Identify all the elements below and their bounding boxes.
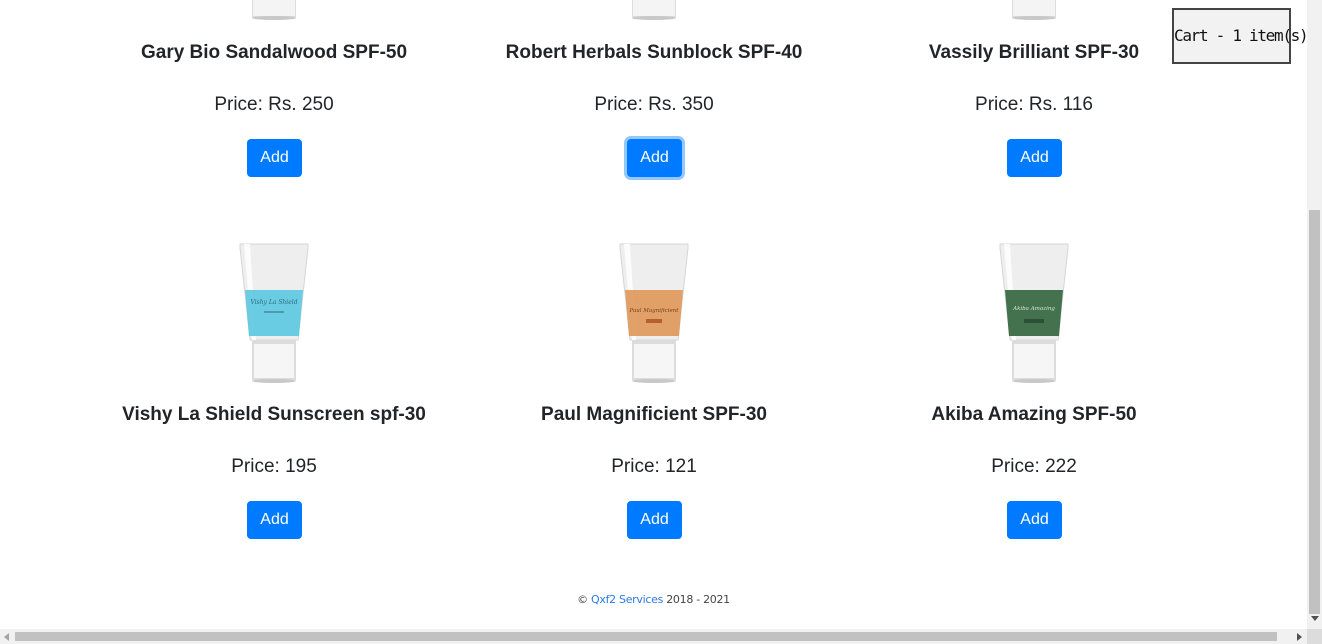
product-image — [632, 0, 676, 20]
add-button[interactable]: Add — [1007, 139, 1062, 177]
vertical-scrollbar[interactable] — [1307, 0, 1322, 629]
product-price: Price: Rs. 116 — [975, 94, 1093, 115]
scrollbar-corner — [1307, 629, 1322, 644]
svg-text:Vishy La Shield: Vishy La Shield — [250, 299, 297, 306]
svg-text:Akiba Amazing: Akiba Amazing — [1012, 306, 1055, 312]
copyright-symbol: © — [577, 593, 588, 606]
horizontal-scroll-thumb[interactable] — [15, 632, 1277, 641]
product-name: Akiba Amazing SPF-50 — [931, 404, 1137, 425]
svg-text:Paul Magnificient: Paul Magnificient — [628, 308, 679, 314]
scroll-right-arrow-icon[interactable] — [1297, 633, 1302, 641]
cart-button[interactable]: Cart - 1 item(s) — [1172, 8, 1307, 64]
product-card-6: Akiba Amazing Akiba Amazing SPF-50 Price… — [844, 240, 1224, 540]
page: Gary Bio Sandalwood SPF-50 Price: Rs. 25… — [0, 0, 1322, 644]
product-image — [1012, 0, 1056, 20]
company-link[interactable]: Qxf2 Services — [591, 593, 663, 606]
add-button[interactable]: Add — [1007, 501, 1062, 539]
product-name: Vishy La Shield Sunscreen spf-30 — [122, 404, 426, 425]
product-name: Vassily Brilliant SPF-30 — [928, 42, 1140, 63]
footer: © Qxf2 Services 2018 - 2021 — [0, 593, 1307, 606]
product-price: Price: Rs. 350 — [594, 94, 714, 115]
product-card-4: Vishy La Shield Vishy La Shield Sunscree… — [84, 240, 464, 540]
add-button[interactable]: Add — [627, 501, 682, 539]
product-name: Gary Bio Sandalwood SPF-50 — [140, 42, 408, 63]
product-card-2: Robert Herbals Sunblock SPF-40 Price: Rs… — [464, 0, 844, 200]
product-image — [252, 0, 296, 20]
product-card-5: Paul Magnificient Paul Magnificient SPF-… — [464, 240, 844, 540]
product-card-1: Gary Bio Sandalwood SPF-50 Price: Rs. 25… — [84, 0, 464, 200]
product-name: Paul Magnificient SPF-30 — [541, 404, 767, 425]
sunscreen-tube-image: Akiba Amazing — [999, 243, 1069, 383]
copyright-years: 2018 - 2021 — [666, 593, 730, 606]
scroll-down-arrow-icon[interactable] — [1311, 616, 1319, 621]
scroll-left-arrow-icon[interactable] — [4, 633, 9, 641]
product-price: Price: Rs. 250 — [214, 94, 334, 115]
add-button[interactable]: Add — [247, 139, 302, 177]
sunscreen-tube-image: Vishy La Shield — [239, 243, 309, 383]
sunscreen-tube-image: Paul Magnificient — [619, 243, 689, 383]
product-grid: Gary Bio Sandalwood SPF-50 Price: Rs. 25… — [0, 0, 1307, 629]
product-card-3: Vassily Brilliant SPF-30 Price: Rs. 116 … — [844, 0, 1224, 200]
product-price: Price: 195 — [231, 456, 317, 477]
vertical-scroll-thumb[interactable] — [1309, 210, 1320, 614]
product-price: Price: 121 — [611, 456, 697, 477]
product-name: Robert Herbals Sunblock SPF-40 — [505, 42, 803, 63]
horizontal-scrollbar[interactable] — [0, 629, 1307, 644]
product-price: Price: 222 — [991, 456, 1077, 477]
add-button[interactable]: Add — [247, 501, 302, 539]
add-button[interactable]: Add — [627, 139, 682, 177]
